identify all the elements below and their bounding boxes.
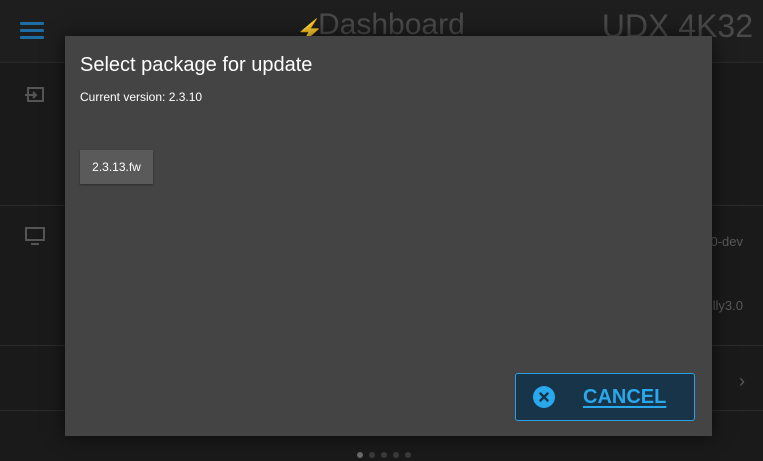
- package-select-dialog: Select package for update Current versio…: [65, 36, 712, 436]
- display-icon: [25, 227, 45, 245]
- cancel-button[interactable]: CANCEL: [515, 373, 695, 421]
- bg-row-text: 0-dev: [710, 234, 743, 249]
- page-indicator: [357, 452, 411, 458]
- current-version-text: Current version: 2.3.10: [80, 90, 203, 104]
- dialog-title: Select package for update: [80, 54, 313, 76]
- cancel-label: CANCEL: [583, 385, 667, 408]
- close-circle-icon: [533, 386, 555, 408]
- package-item[interactable]: 2.3.13.fw: [80, 150, 153, 184]
- bg-row-text: lly3.0: [712, 298, 743, 313]
- menu-icon[interactable]: [20, 22, 44, 40]
- chevron-right-icon[interactable]: ›: [739, 371, 745, 392]
- input-icon: [25, 87, 44, 102]
